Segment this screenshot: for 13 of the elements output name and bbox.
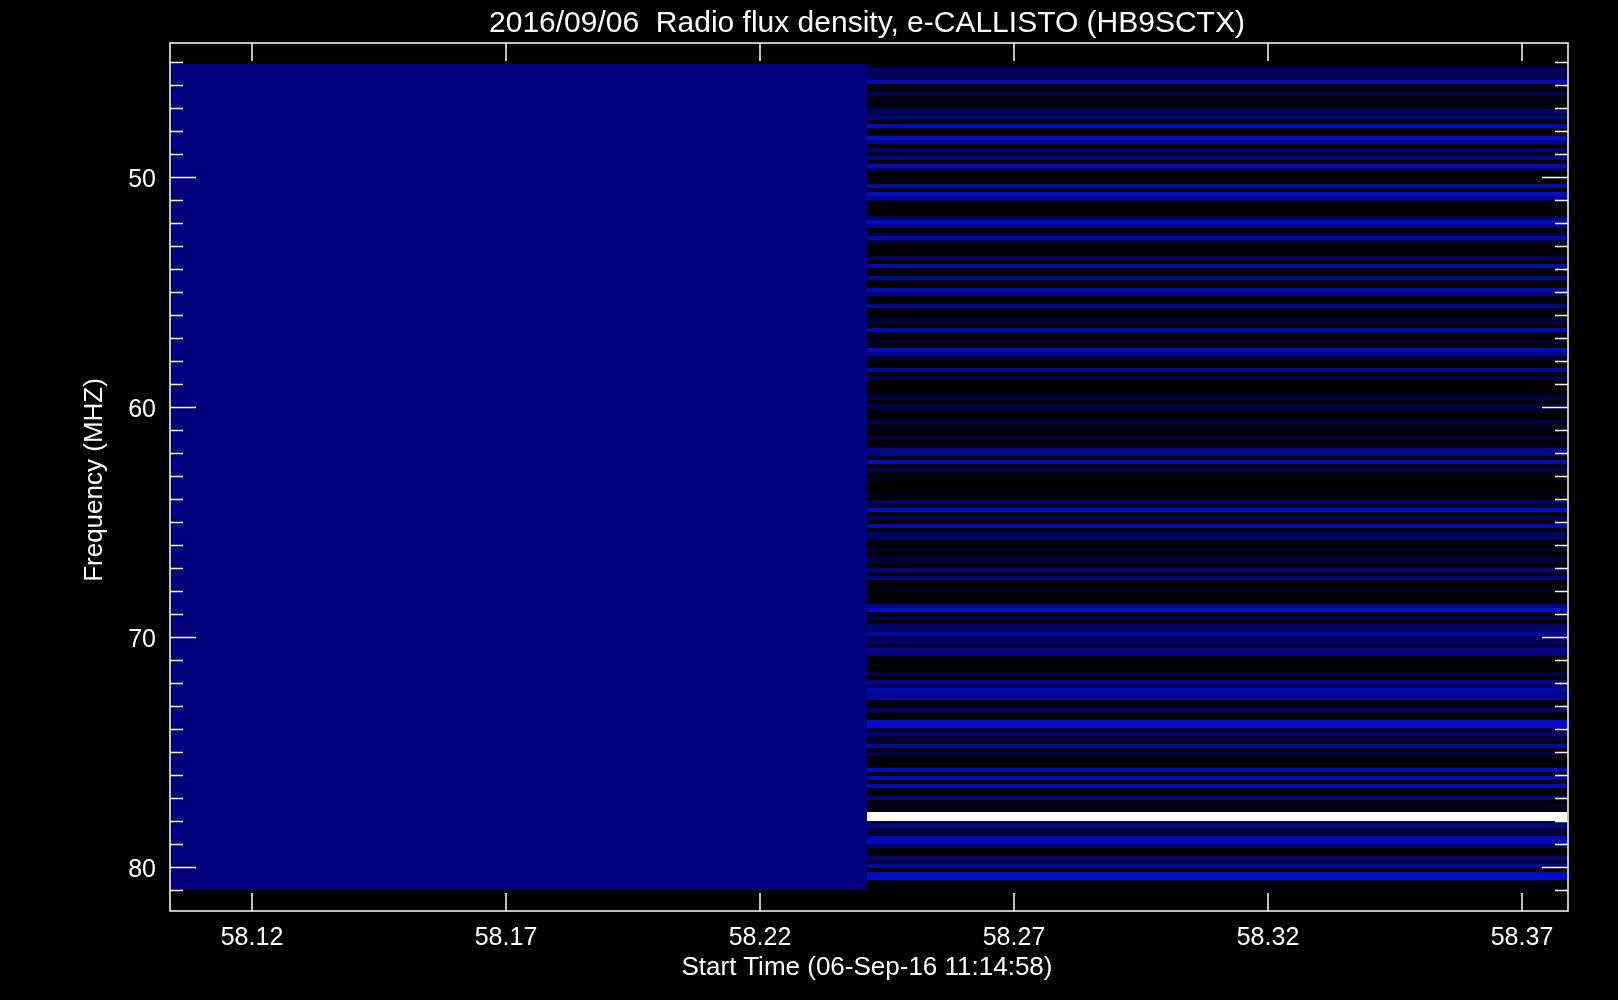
- x-tick-label: 58.12: [220, 922, 284, 950]
- y-tick-label: 60: [128, 393, 156, 422]
- y-tick-label: 80: [128, 853, 156, 882]
- x-tick-label: 58.22: [728, 922, 792, 950]
- chart-title: 2016/09/06 Radio flux density, e-CALLISTO (HB9SCTX): [489, 5, 1245, 38]
- y-tick-label: 50: [128, 163, 156, 192]
- y-axis-label: Frequency (MHZ): [78, 378, 108, 582]
- x-tick-label: 58.27: [982, 922, 1046, 950]
- x-tick-label: 58.32: [1236, 922, 1300, 950]
- x-tick-label: 58.37: [1490, 922, 1554, 950]
- x-axis-label: Start Time (06-Sep-16 11:14:58): [681, 951, 1053, 981]
- x-tick-label: 58.17: [474, 922, 538, 950]
- y-tick-label: 70: [128, 623, 156, 652]
